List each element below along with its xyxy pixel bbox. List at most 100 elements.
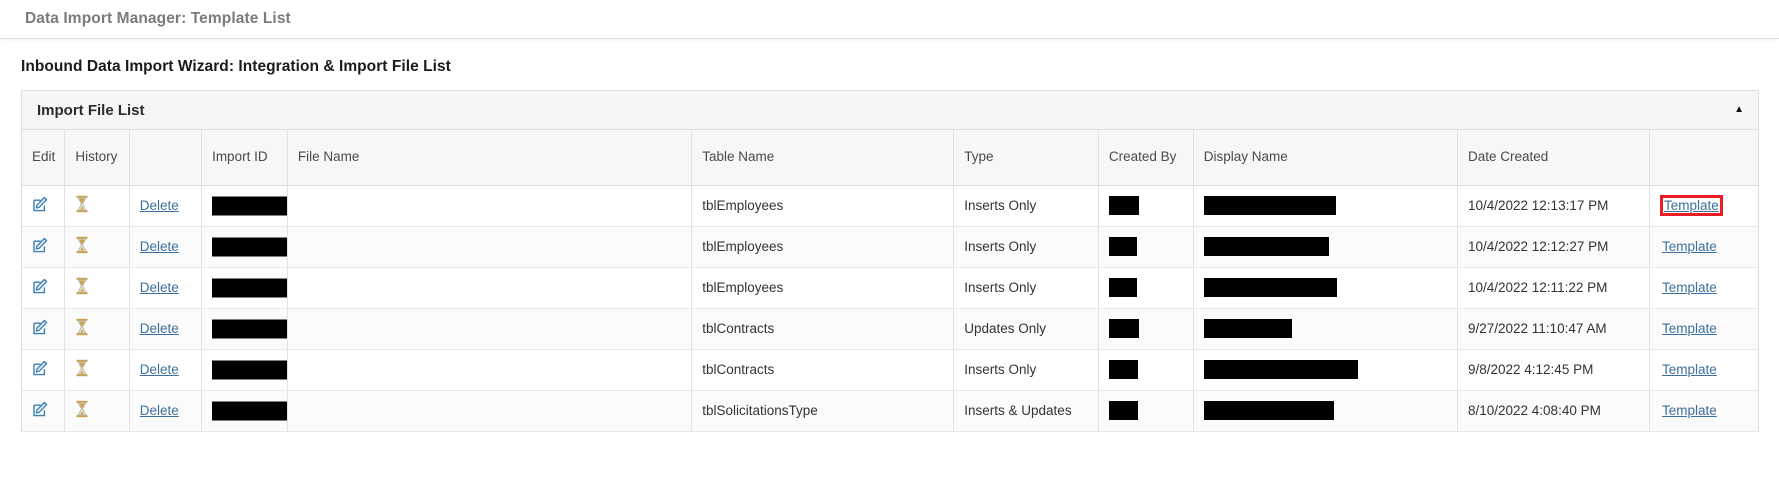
template-link[interactable]: Template bbox=[1662, 362, 1717, 377]
cell-created-by bbox=[1098, 267, 1194, 309]
edit-pencil-icon[interactable] bbox=[32, 237, 49, 254]
cell-file-name bbox=[287, 185, 693, 227]
redaction-bar-created-by bbox=[1108, 319, 1139, 338]
hourglass-icon[interactable] bbox=[75, 277, 89, 295]
redaction-bar-import-id-file-name bbox=[212, 196, 287, 215]
redaction-bar-import-id-file-name bbox=[212, 401, 287, 420]
column-header-display-name: Display Name bbox=[1193, 130, 1458, 186]
hourglass-icon[interactable] bbox=[75, 359, 89, 377]
cell-delete: Delete bbox=[129, 267, 203, 309]
cell-table-name: tblEmployees bbox=[691, 267, 955, 309]
cell-display-name bbox=[1193, 308, 1458, 350]
template-link[interactable]: Template bbox=[1662, 403, 1717, 418]
edit-pencil-icon[interactable] bbox=[32, 319, 49, 336]
table-row: Delete tblEmployees Inserts Only 10/4/2022 … bbox=[22, 185, 1758, 227]
delete-link[interactable]: Delete bbox=[140, 403, 179, 418]
template-link[interactable]: Template bbox=[1662, 321, 1717, 336]
cell-type: Inserts Only bbox=[953, 185, 1099, 227]
delete-link[interactable]: Delete bbox=[140, 198, 179, 213]
template-link[interactable]: Template bbox=[1662, 239, 1717, 254]
cell-display-name bbox=[1193, 349, 1458, 391]
template-link[interactable]: Template bbox=[1664, 198, 1719, 213]
cell-edit bbox=[22, 308, 66, 350]
hourglass-icon[interactable] bbox=[75, 236, 89, 254]
cell-created-by bbox=[1098, 349, 1194, 391]
redaction-bar-display-name bbox=[1203, 196, 1336, 215]
edit-pencil-icon[interactable] bbox=[32, 278, 49, 295]
section-heading: Inbound Data Import Wizard: Integration … bbox=[21, 58, 451, 75]
cell-template: Template bbox=[1649, 267, 1758, 309]
cell-date-created: 9/8/2022 4:12:45 PM bbox=[1457, 349, 1650, 391]
delete-link[interactable]: Delete bbox=[140, 239, 179, 254]
cell-display-name bbox=[1193, 185, 1458, 227]
cell-file-name bbox=[287, 390, 693, 432]
table-row: Delete tblContracts Updates Only 9/27/2022 … bbox=[22, 308, 1758, 350]
cell-edit bbox=[22, 390, 66, 432]
cell-display-name bbox=[1193, 226, 1458, 268]
cell-edit bbox=[22, 267, 66, 309]
template-link-wrapper: Template bbox=[1660, 361, 1719, 378]
edit-pencil-icon[interactable] bbox=[32, 196, 49, 213]
edit-pencil-icon[interactable] bbox=[32, 401, 49, 418]
cell-type: Inserts Only bbox=[953, 267, 1099, 309]
hourglass-icon[interactable] bbox=[75, 318, 89, 336]
panel-header: Import File List ▲ bbox=[22, 91, 1758, 130]
table-row: Delete tblContracts Inserts Only 9/8/2022 4… bbox=[22, 349, 1758, 391]
cell-created-by bbox=[1098, 226, 1194, 268]
cell-template: Template bbox=[1649, 390, 1758, 432]
edit-pencil-icon[interactable] bbox=[32, 360, 49, 377]
cell-type: Inserts Only bbox=[953, 226, 1099, 268]
cell-created-by bbox=[1098, 390, 1194, 432]
cell-date-created: 8/10/2022 4:08:40 PM bbox=[1457, 390, 1650, 432]
cell-type: Updates Only bbox=[953, 308, 1099, 350]
cell-type: Inserts & Updates bbox=[953, 390, 1099, 432]
redaction-bar-import-id-file-name bbox=[212, 319, 287, 338]
delete-link[interactable]: Delete bbox=[140, 280, 179, 295]
redaction-bar-created-by bbox=[1108, 360, 1138, 379]
redaction-bar-created-by bbox=[1108, 237, 1137, 256]
column-header-template bbox=[1649, 130, 1758, 186]
cell-edit bbox=[22, 349, 66, 391]
cell-template: Template bbox=[1649, 308, 1758, 350]
cell-table-name: tblEmployees bbox=[691, 226, 955, 268]
cell-table-name: tblContracts bbox=[691, 349, 955, 391]
redaction-bar-display-name bbox=[1203, 401, 1334, 420]
table-header: Edit History Import ID File Name Table N… bbox=[22, 130, 1758, 186]
template-link-highlight-box: Template bbox=[1659, 195, 1723, 216]
application-bar: Data Import Manager: Template List bbox=[0, 0, 1779, 39]
cell-date-created: 10/4/2022 12:13:17 PM bbox=[1457, 185, 1650, 227]
column-header-history: History bbox=[64, 130, 130, 186]
redaction-bar-import-id-file-name bbox=[212, 360, 287, 379]
cell-history bbox=[64, 185, 130, 227]
delete-link[interactable]: Delete bbox=[140, 321, 179, 336]
chevron-up-icon[interactable]: ▲ bbox=[1734, 105, 1744, 115]
redaction-bar-import-id-file-name bbox=[212, 278, 287, 297]
template-link[interactable]: Template bbox=[1662, 280, 1717, 295]
cell-file-name bbox=[287, 226, 693, 268]
template-link-wrapper: Template bbox=[1660, 238, 1719, 255]
column-header-date-created: Date Created bbox=[1457, 130, 1650, 186]
cell-date-created: 10/4/2022 12:11:22 PM bbox=[1457, 267, 1650, 309]
cell-import-id bbox=[201, 390, 288, 432]
cell-file-name bbox=[287, 308, 693, 350]
redaction-bar-created-by bbox=[1108, 196, 1139, 215]
page-title: Data Import Manager: Template List bbox=[25, 10, 291, 27]
cell-display-name bbox=[1193, 267, 1458, 309]
redaction-bar-display-name bbox=[1203, 319, 1292, 338]
column-header-table-name: Table Name bbox=[691, 130, 955, 186]
import-file-list-panel: Import File List ▲ Edit History Import I… bbox=[21, 90, 1759, 432]
template-link-wrapper: Template bbox=[1660, 320, 1719, 337]
cell-import-id bbox=[201, 349, 288, 391]
cell-date-created: 9/27/2022 11:10:47 AM bbox=[1457, 308, 1650, 350]
cell-delete: Delete bbox=[129, 226, 203, 268]
import-file-list-table: Edit History Import ID File Name Table N… bbox=[22, 130, 1758, 432]
template-link-wrapper: Template bbox=[1660, 279, 1719, 296]
cell-import-id bbox=[201, 226, 288, 268]
cell-import-id bbox=[201, 267, 288, 309]
hourglass-icon[interactable] bbox=[75, 195, 89, 213]
template-link-wrapper: Template bbox=[1660, 402, 1719, 419]
delete-link[interactable]: Delete bbox=[140, 362, 179, 377]
cell-edit bbox=[22, 185, 66, 227]
cell-table-name: tblSolicitationsType bbox=[691, 390, 955, 432]
hourglass-icon[interactable] bbox=[75, 400, 89, 418]
